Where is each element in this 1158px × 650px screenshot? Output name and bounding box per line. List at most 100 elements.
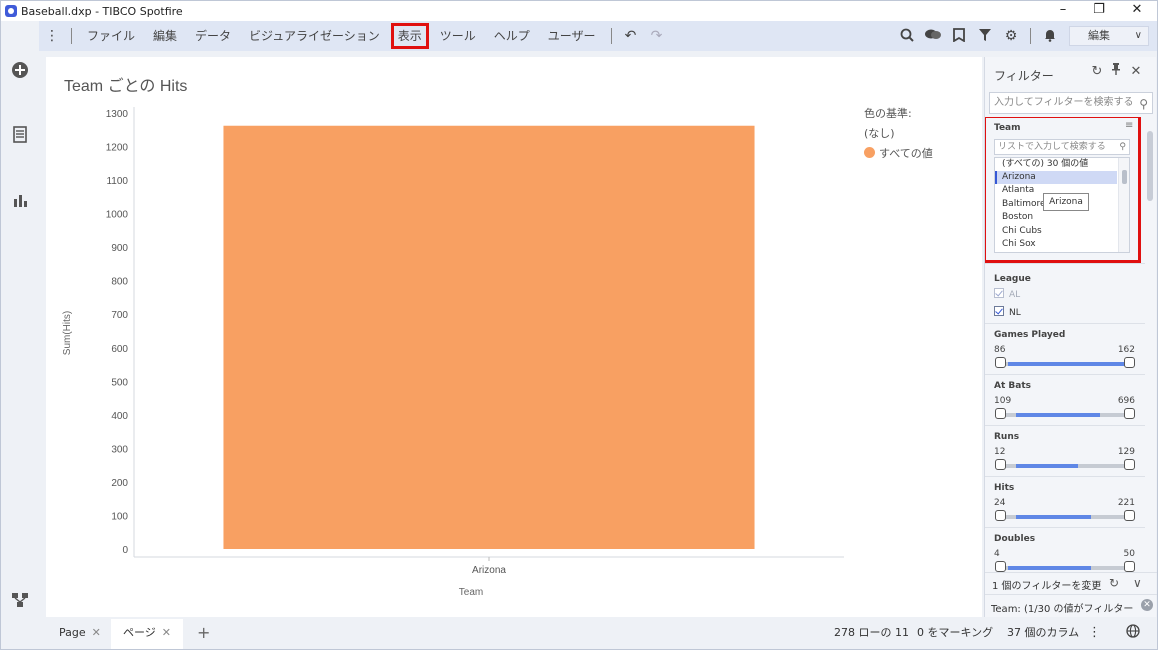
restore-button[interactable]: ❐	[1081, 1, 1117, 21]
window-title: Baseball.dxp - TIBCO Spotfire	[21, 4, 183, 18]
minimize-button[interactable]: –	[1045, 1, 1081, 21]
chevron-down-icon[interactable]: ∨	[1133, 576, 1142, 590]
undo-icon[interactable]: ↶	[618, 21, 644, 51]
filter-icon[interactable]	[972, 21, 998, 51]
range-slider-max-handle[interactable]	[1124, 459, 1135, 470]
x-axis-ticks: Arizona	[472, 557, 506, 576]
redo-icon[interactable]: ↷	[644, 21, 670, 51]
legend-title: 色の基準:	[864, 107, 912, 120]
filter-panel-scrollbar[interactable]	[1145, 117, 1155, 572]
legend-color-swatch	[864, 147, 875, 158]
page-tab[interactable]: Page ✕	[47, 619, 113, 649]
data-relations-icon[interactable]	[10, 591, 30, 611]
chevron-down-icon: ∨	[1134, 30, 1142, 41]
close-window-button[interactable]: ✕	[1119, 1, 1155, 21]
checkbox-nl[interactable]: NL	[994, 306, 1021, 320]
mode-dropdown[interactable]: 編集 ∨	[1069, 26, 1149, 46]
checkbox-label: NL	[1009, 308, 1021, 318]
filter-search-input[interactable]: 入力してフィルターを検索する ⚲	[989, 92, 1153, 114]
collaboration-icon[interactable]	[920, 21, 946, 51]
search-icon[interactable]	[894, 21, 920, 51]
visualization-canvas[interactable]: Team ごとの Hits Sum(Hits) Team 0 100 200 300 4…	[46, 57, 982, 617]
visualization-types-icon[interactable]	[10, 191, 30, 211]
search-icon: ⚲	[1139, 97, 1148, 111]
left-rail	[1, 21, 39, 649]
close-panel-icon[interactable]: ✕	[1128, 63, 1144, 81]
globe-icon[interactable]	[1126, 619, 1140, 647]
range-slider-max-handle[interactable]	[1124, 510, 1135, 521]
list-item[interactable]: Chi Sox	[995, 238, 1117, 251]
spotfire-window: Baseball.dxp - TIBCO Spotfire – ❐ ✕ ⋮ ファ…	[0, 0, 1158, 650]
checkbox-icon[interactable]	[994, 306, 1004, 316]
color-legend[interactable]: 色の基準: (なし) すべての値	[864, 104, 933, 164]
range-slider-track[interactable]	[1000, 362, 1130, 366]
menu-help[interactable]: ヘルプ	[485, 21, 539, 51]
menu-user[interactable]: ユーザー	[539, 21, 605, 51]
notifications-bell-icon[interactable]	[1037, 21, 1063, 51]
add-page-icon[interactable]: +	[197, 619, 210, 647]
filter-menu-icon[interactable]: ≡	[1125, 120, 1133, 131]
filter-runs: Runs 12 129	[985, 426, 1145, 477]
menu-visualization[interactable]: ビジュアライゼーション	[240, 21, 389, 51]
range-slider-fill	[1015, 413, 1101, 417]
range-slider-max-handle[interactable]	[1124, 408, 1135, 419]
range-slider-min-handle[interactable]	[995, 561, 1006, 572]
tooltip: Arizona	[1043, 193, 1089, 211]
range-min-value: 86	[994, 345, 1006, 355]
checkbox-al[interactable]: AL	[994, 288, 1020, 302]
scrollbar-thumb[interactable]	[1122, 170, 1127, 184]
filter-panel-title: フィルター	[994, 69, 1054, 83]
filter-search-placeholder: 入力してフィルターを検索する	[994, 97, 1134, 108]
menu-data[interactable]: データ	[186, 21, 240, 51]
scrollbar-thumb[interactable]	[1147, 131, 1153, 201]
clear-filter-icon[interactable]: ✕	[1141, 599, 1153, 611]
column-count: 37 個のカラム	[1007, 626, 1080, 639]
reset-icon[interactable]: ↻	[1109, 576, 1119, 590]
range-min-value: 109	[994, 396, 1012, 406]
page-tab-active[interactable]: ページ ✕	[111, 619, 183, 649]
add-data-icon[interactable]	[10, 61, 30, 81]
range-slider-max-handle[interactable]	[1124, 561, 1135, 572]
list-item-selected[interactable]: Arizona	[995, 171, 1117, 184]
range-slider-min-handle[interactable]	[995, 459, 1006, 470]
range-slider-fill	[1015, 515, 1091, 519]
main-toolbar: ⋮ ファイル 編集 データ ビジュアライゼーション 表示 ツール ヘルプ ユーザ…	[39, 21, 1157, 51]
range-slider-min-handle[interactable]	[995, 510, 1006, 521]
more-menu-icon[interactable]: ⋮	[39, 21, 65, 51]
range-slider-track[interactable]	[1000, 413, 1130, 417]
menu-tools[interactable]: ツール	[431, 21, 485, 51]
bar-chart[interactable]: Sum(Hits) Team 0 100 200 300 400 500 600 700 800…	[46, 57, 982, 617]
menu-edit[interactable]: 編集	[144, 21, 186, 51]
settings-gear-icon[interactable]: ⚙	[998, 21, 1024, 51]
menu-view[interactable]: 表示	[389, 21, 431, 51]
range-slider-max-handle[interactable]	[1124, 357, 1135, 368]
y-tick-label: 0	[122, 545, 128, 556]
bar[interactable]	[223, 125, 755, 549]
pin-icon[interactable]	[1108, 63, 1124, 81]
page-tab-label: Page	[59, 626, 86, 639]
range-slider-track[interactable]	[1000, 464, 1130, 468]
close-tab-icon[interactable]: ✕	[92, 626, 101, 639]
range-slider-track[interactable]	[1000, 566, 1130, 570]
range-slider-min-handle[interactable]	[995, 357, 1006, 368]
list-item[interactable]: Boston	[995, 211, 1117, 224]
legend-item[interactable]: すべての値	[864, 144, 933, 164]
list-item[interactable]: Chi Cubs	[995, 225, 1117, 238]
y-axis-ticks: 0 100 200 300 400 500 600 700 800 900 1000 1100 1200…	[106, 109, 129, 556]
more-options-icon[interactable]: ⋮	[1088, 619, 1101, 647]
listbox-scrollbar[interactable]	[1118, 158, 1129, 252]
range-slider-min-handle[interactable]	[995, 408, 1006, 419]
bookmark-icon[interactable]	[946, 21, 972, 51]
reset-filters-icon[interactable]: ↻	[1089, 63, 1105, 81]
menu-file[interactable]: ファイル	[78, 21, 144, 51]
filter-games-played: Games Played 86 162	[985, 324, 1145, 375]
data-canvas-icon[interactable]	[10, 125, 30, 145]
range-slider-track[interactable]	[1000, 515, 1130, 519]
checkbox-icon[interactable]	[994, 288, 1004, 298]
filter-team: Team ≡ リストで入力して検索する ⚲ (すべての) 30 個の値 Ariz…	[985, 117, 1145, 264]
y-tick-label: 1100	[106, 176, 128, 187]
team-list-search-input[interactable]: リストで入力して検索する ⚲	[994, 139, 1130, 155]
close-tab-icon[interactable]: ✕	[162, 626, 171, 639]
list-item[interactable]: (すべての) 30 個の値	[995, 158, 1117, 171]
range-filter-title: At Bats	[994, 381, 1031, 391]
